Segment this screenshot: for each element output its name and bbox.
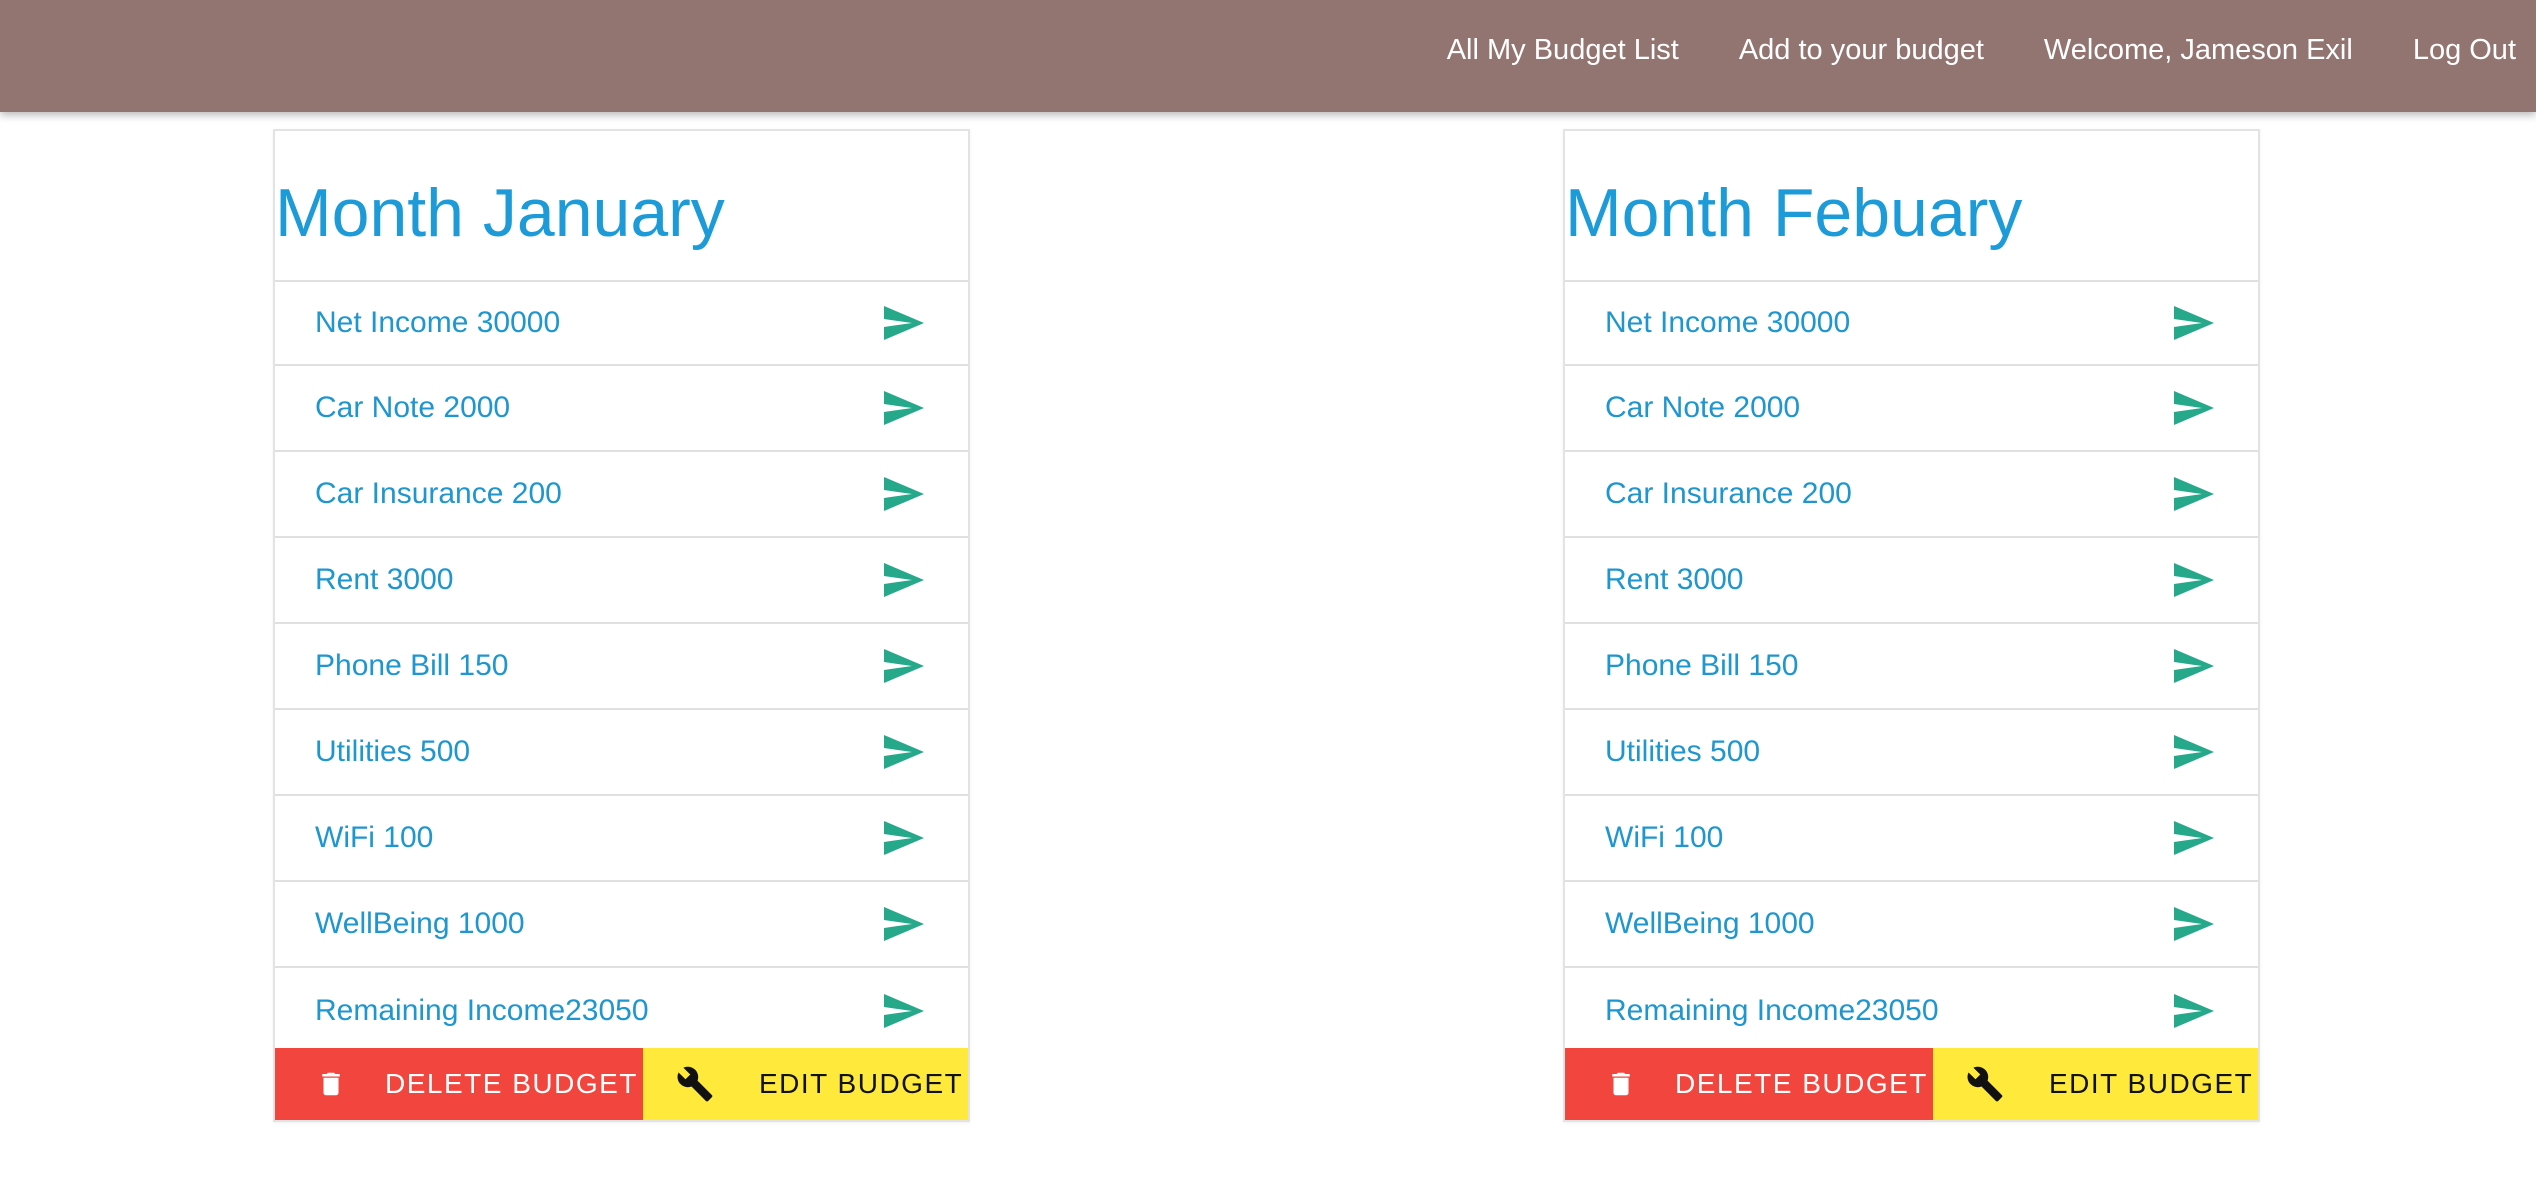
send-icon[interactable]	[2172, 905, 2216, 943]
budget-list-item[interactable]: Phone Bill 150	[1565, 624, 2258, 710]
edit-budget-label: EDIT BUDGET	[2049, 1068, 2254, 1099]
budget-month-title: Month January	[275, 175, 725, 251]
send-icon[interactable]	[2172, 475, 2216, 513]
send-icon[interactable]	[2172, 304, 2216, 342]
delete-budget-button[interactable]: DELETE BUDGET	[1565, 1048, 1933, 1120]
budget-card-actions: DELETE BUDGET EDIT BUDGET	[1565, 1048, 2258, 1120]
budget-list-item[interactable]: WellBeing 1000	[1565, 882, 2258, 968]
budget-list-item[interactable]: Utilities 500	[1565, 710, 2258, 796]
wrench-icon	[675, 1064, 715, 1104]
budget-list-item[interactable]: WiFi 100	[275, 796, 968, 882]
budget-list-item[interactable]: Car Note 2000	[275, 366, 968, 452]
nav-link-add-budget[interactable]: Add to your budget	[1739, 34, 1984, 67]
delete-budget-label: DELETE BUDGET	[385, 1068, 638, 1099]
edit-budget-button[interactable]: EDIT BUDGET	[643, 1048, 968, 1120]
budget-list-item[interactable]: Car Insurance 200	[275, 452, 968, 538]
budget-item-label: WiFi 100	[315, 821, 434, 854]
budget-item-list: Net Income 30000 Car Note 2000 Car Insuran…	[275, 280, 968, 1054]
send-icon[interactable]	[2172, 733, 2216, 771]
budget-list-item[interactable]: WiFi 100	[1565, 796, 2258, 882]
budget-item-label: WellBeing 1000	[315, 907, 525, 940]
budget-item-label: Car Insurance 200	[315, 477, 562, 510]
budget-item-label: Rent 3000	[315, 563, 454, 596]
budget-item-label: Rent 3000	[1605, 563, 1744, 596]
send-icon[interactable]	[882, 561, 926, 599]
budget-item-label: WellBeing 1000	[1605, 907, 1815, 940]
send-icon[interactable]	[882, 475, 926, 513]
budget-item-label: Net Income 30000	[1605, 306, 1851, 339]
delete-budget-label: DELETE BUDGET	[1675, 1068, 1928, 1099]
budget-item-label: Car Note 2000	[315, 391, 511, 424]
budget-list-item[interactable]: Net Income 30000	[1565, 280, 2258, 366]
budget-card: Month Febuary Net Income 30000 Car Note 20…	[1563, 129, 2260, 1122]
budget-list-item[interactable]: Phone Bill 150	[275, 624, 968, 710]
budget-list-item[interactable]: Remaining Income23050	[1565, 968, 2258, 1054]
budget-item-label: Net Income 30000	[315, 306, 561, 339]
send-icon[interactable]	[882, 733, 926, 771]
budget-list-item[interactable]: Rent 3000	[1565, 538, 2258, 624]
send-icon[interactable]	[2172, 819, 2216, 857]
nav-link-all-budgets[interactable]: All My Budget List	[1447, 34, 1679, 67]
budget-item-list: Net Income 30000 Car Note 2000 Car Insuran…	[1565, 280, 2258, 1054]
send-icon[interactable]	[2172, 647, 2216, 685]
send-icon[interactable]	[2172, 992, 2216, 1030]
budget-list-item[interactable]: Car Note 2000	[1565, 366, 2258, 452]
budget-list-item[interactable]: Utilities 500	[275, 710, 968, 796]
budget-item-label: Car Note 2000	[1605, 391, 1801, 424]
budget-item-label: Remaining Income23050	[315, 994, 649, 1027]
budget-list-item[interactable]: Remaining Income23050	[275, 968, 968, 1054]
budget-list-item[interactable]: WellBeing 1000	[275, 882, 968, 968]
budget-card: Month January Net Income 30000 Car Note 20…	[273, 129, 970, 1122]
delete-budget-button[interactable]: DELETE BUDGET	[275, 1048, 643, 1120]
budget-card-actions: DELETE BUDGET EDIT BUDGET	[275, 1048, 968, 1120]
send-icon[interactable]	[882, 304, 926, 342]
nav-link-welcome-user[interactable]: Welcome, Jameson Exil	[2044, 34, 2353, 67]
budget-item-label: Utilities 500	[315, 735, 471, 768]
budget-item-label: Phone Bill 150	[315, 649, 509, 682]
trash-icon	[1601, 1064, 1641, 1104]
budget-list-item[interactable]: Car Insurance 200	[1565, 452, 2258, 538]
budget-month-title: Month Febuary	[1565, 175, 2023, 251]
wrench-icon	[1965, 1064, 2005, 1104]
budget-item-label: WiFi 100	[1605, 821, 1724, 854]
send-icon[interactable]	[882, 819, 926, 857]
budget-item-label: Car Insurance 200	[1605, 477, 1852, 510]
trash-icon	[311, 1064, 351, 1104]
send-icon[interactable]	[882, 647, 926, 685]
budget-list-item[interactable]: Net Income 30000	[275, 280, 968, 366]
send-icon[interactable]	[882, 389, 926, 427]
edit-budget-label: EDIT BUDGET	[759, 1068, 964, 1099]
top-navbar: All My Budget List Add to your budget We…	[0, 0, 2536, 112]
send-icon[interactable]	[882, 905, 926, 943]
budget-item-label: Remaining Income23050	[1605, 994, 1939, 1027]
send-icon[interactable]	[2172, 561, 2216, 599]
nav-link-logout[interactable]: Log Out	[2413, 34, 2516, 67]
budget-item-label: Utilities 500	[1605, 735, 1761, 768]
nav-links: All My Budget List Add to your budget We…	[1447, 0, 2536, 100]
send-icon[interactable]	[882, 992, 926, 1030]
budget-item-label: Phone Bill 150	[1605, 649, 1799, 682]
budget-list-item[interactable]: Rent 3000	[275, 538, 968, 624]
send-icon[interactable]	[2172, 389, 2216, 427]
edit-budget-button[interactable]: EDIT BUDGET	[1933, 1048, 2258, 1120]
